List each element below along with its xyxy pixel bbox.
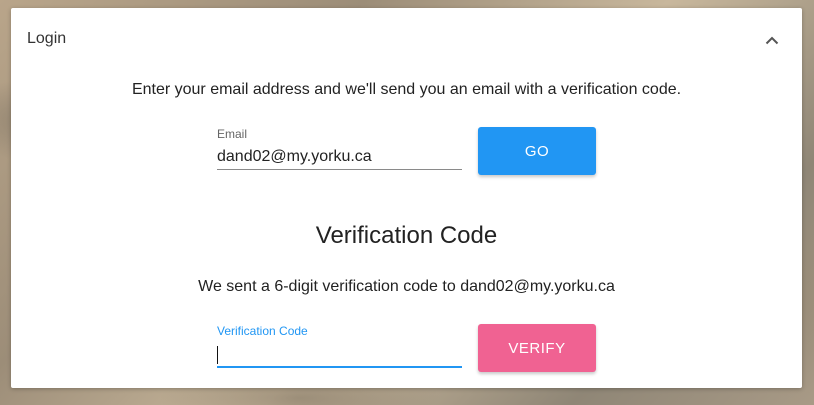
text-caret [217,346,218,364]
email-instruction: Enter your email address and we'll send … [131,81,682,98]
verification-field-group: Verification Code [217,324,462,374]
panel-header[interactable]: Login [11,8,802,70]
verify-button[interactable]: VERIFY [478,324,596,372]
login-panel: Login Enter your email address and we'll… [11,8,802,388]
email-field-group: Email [217,126,462,176]
go-button[interactable]: GO [478,127,596,175]
verification-message: We sent a 6-digit verification code to d… [198,278,615,295]
chevron-up-icon[interactable] [760,28,784,52]
verification-code-input[interactable] [217,342,462,368]
verification-title: Verification Code [315,222,498,249]
email-input[interactable] [217,144,462,170]
email-label: Email [217,127,248,141]
panel-title: Login [27,30,67,47]
verification-code-label: Verification Code [217,324,308,338]
